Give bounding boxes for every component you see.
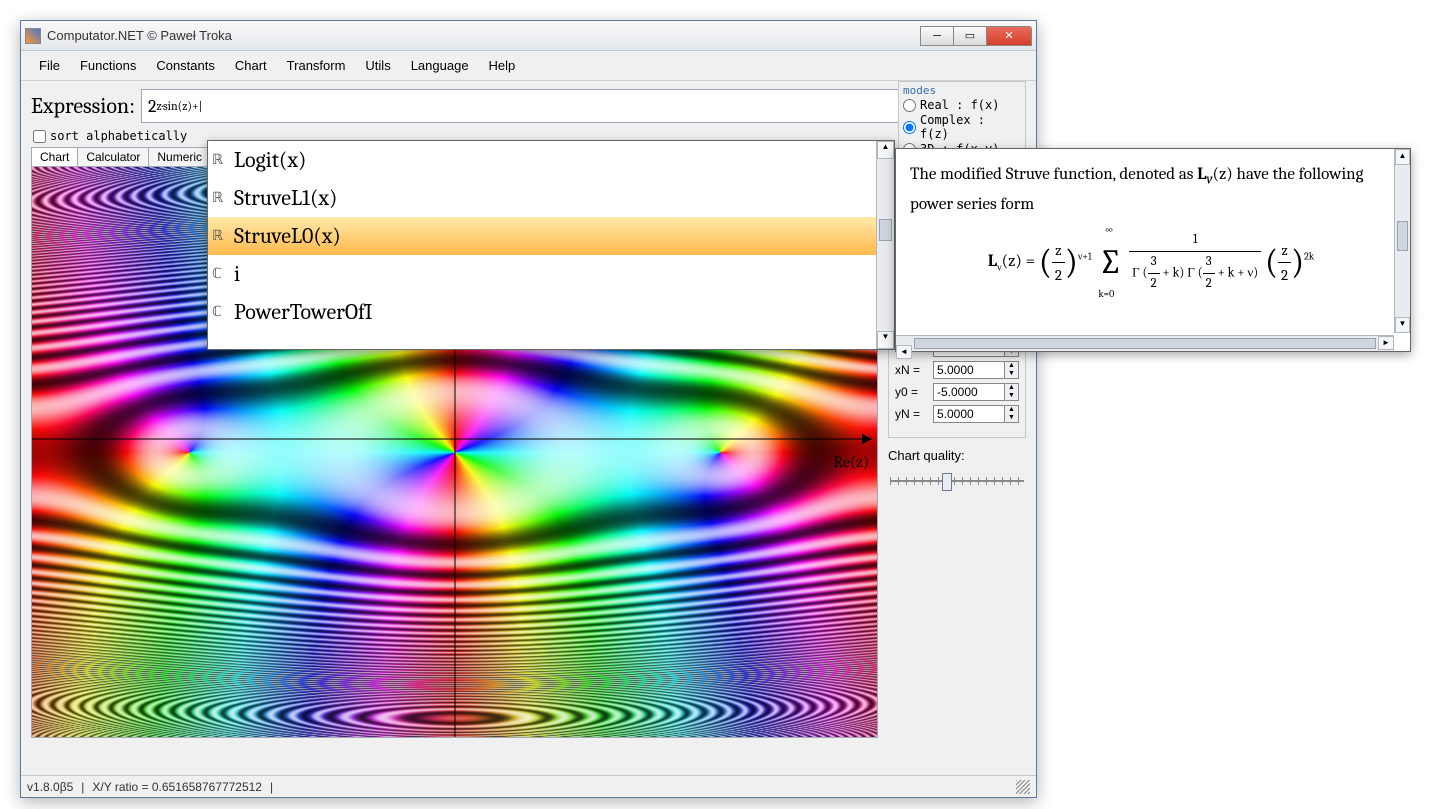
autocomplete-popup: ℝLogit(x)ℝStruveL1(x)ℝStruveL0(x)ℂiℂPowe… (207, 140, 895, 350)
axis-re-label: Re(z) (833, 453, 869, 471)
app-icon (25, 28, 41, 44)
menu-language[interactable]: Language (401, 55, 479, 76)
menu-utils[interactable]: Utils (355, 55, 400, 76)
menubar: File Functions Constants Chart Transform… (21, 51, 1036, 81)
maximize-button[interactable]: ▭ (953, 26, 987, 46)
menu-functions[interactable]: Functions (70, 55, 146, 76)
autocomplete-item[interactable]: ℝStruveL1(x) (208, 179, 876, 217)
modes-legend: modes (903, 84, 1021, 97)
scroll-up-icon[interactable]: ▲ (877, 141, 894, 159)
scroll-down-icon[interactable]: ▼ (877, 331, 894, 349)
tab-calculator[interactable]: Calculator (77, 147, 149, 166)
status-ratio: X/Y ratio = 0.651658767772512 (92, 780, 262, 794)
mode-complex-radio[interactable] (903, 121, 916, 134)
close-button[interactable]: ✕ (986, 26, 1032, 46)
tooltip-scroll-right-icon[interactable]: ► (1378, 336, 1394, 350)
scroll-thumb[interactable] (879, 219, 892, 241)
statusbar: v1.8.0β5 | X/Y ratio = 0.651658767772512… (21, 775, 1036, 797)
tab-numeric[interactable]: Numeric (148, 147, 211, 166)
minimize-button[interactable]: ─ (920, 26, 954, 46)
resize-grip-icon[interactable] (1016, 780, 1030, 794)
sort-checkbox[interactable] (33, 130, 46, 143)
menu-chart[interactable]: Chart (225, 55, 277, 76)
tooltip-formula: Lν(z) = (z2)ν+1 ∞ ∑ k=0 1Γ (32 + k) Γ (3… (910, 230, 1392, 294)
tooltip-vscrollbar[interactable]: ▲ ▼ (1394, 149, 1410, 333)
tooltip-scroll-up-icon[interactable]: ▲ (1395, 149, 1410, 165)
function-tooltip-panel: The modified Struve function, denoted as… (895, 148, 1411, 352)
autocomplete-item-text: Logit(x) (234, 147, 306, 173)
window-title: Computator.NET © Paweł Troka (47, 28, 921, 43)
expr-exponent: z·sin(z)+| (157, 99, 203, 113)
y0-input[interactable] (933, 383, 1005, 401)
autocomplete-item-text: StruveL0(x) (234, 223, 341, 249)
sort-label: sort alphabetically (50, 129, 187, 143)
autocomplete-item-text: StruveL1(x) (234, 185, 337, 211)
quality-slider-thumb[interactable] (942, 473, 952, 491)
expr-base: 2 (148, 96, 157, 117)
chart-quality-group: Chart quality: (888, 448, 1026, 491)
autocomplete-item-text: PowerTowerOfI (234, 299, 372, 325)
tooltip-description: The modified Struve function, denoted as… (910, 161, 1392, 218)
yn-input[interactable] (933, 405, 1005, 423)
autocomplete-item[interactable]: ℂPowerTowerOfI (208, 293, 876, 331)
autocomplete-list[interactable]: ℝLogit(x)ℝStruveL1(x)ℝStruveL0(x)ℂiℂPowe… (208, 141, 876, 349)
tooltip-hscrollbar[interactable]: ◄ ► (896, 335, 1394, 351)
tooltip-vscroll-thumb[interactable] (1397, 221, 1408, 251)
menu-transform[interactable]: Transform (277, 55, 356, 76)
type-icon: ℂ (212, 266, 230, 283)
type-icon: ℂ (212, 304, 230, 321)
expression-label: Expression: (31, 93, 135, 119)
expression-input[interactable]: 2z·sin(z)+| (141, 89, 1026, 123)
tooltip-hscroll-thumb[interactable] (914, 338, 1376, 349)
tab-chart[interactable]: Chart (31, 147, 78, 166)
type-icon: ℝ (212, 228, 230, 245)
tooltip-scroll-left-icon[interactable]: ◄ (896, 345, 912, 359)
yn-label: yN = (895, 407, 929, 421)
mode-complex[interactable]: Complex : f(z) (903, 113, 1021, 141)
mode-real-radio[interactable] (903, 99, 916, 112)
xn-input[interactable] (933, 361, 1005, 379)
y0-label: y0 = (895, 385, 929, 399)
mode-complex-label: Complex : f(z) (920, 113, 1021, 141)
menu-constants[interactable]: Constants (146, 55, 225, 76)
tooltip-scroll-down-icon[interactable]: ▼ (1395, 317, 1410, 333)
type-icon: ℝ (212, 152, 230, 169)
quality-slider[interactable] (888, 471, 1026, 491)
autocomplete-item[interactable]: ℝLogit(x) (208, 141, 876, 179)
xn-spinner[interactable]: ▲▼ (1005, 361, 1019, 379)
y0-spinner[interactable]: ▲▼ (1005, 383, 1019, 401)
status-version: v1.8.0β5 (27, 780, 73, 794)
menu-help[interactable]: Help (479, 55, 526, 76)
autocomplete-scrollbar[interactable]: ▲ ▼ (876, 141, 894, 349)
autocomplete-item-text: i (234, 261, 240, 287)
mode-real-label: Real : f(x) (920, 98, 999, 112)
autocomplete-item[interactable]: ℂi (208, 255, 876, 293)
main-window: Computator.NET © Paweł Troka ─ ▭ ✕ File … (20, 20, 1037, 798)
chart-quality-title: Chart quality: (888, 448, 1026, 463)
titlebar[interactable]: Computator.NET © Paweł Troka ─ ▭ ✕ (21, 21, 1036, 51)
xn-label: xN = (895, 363, 929, 377)
type-icon: ℝ (212, 190, 230, 207)
autocomplete-item[interactable]: ℝStruveL0(x) (208, 217, 876, 255)
menu-file[interactable]: File (29, 55, 70, 76)
yn-spinner[interactable]: ▲▼ (1005, 405, 1019, 423)
mode-real[interactable]: Real : f(x) (903, 98, 1021, 112)
